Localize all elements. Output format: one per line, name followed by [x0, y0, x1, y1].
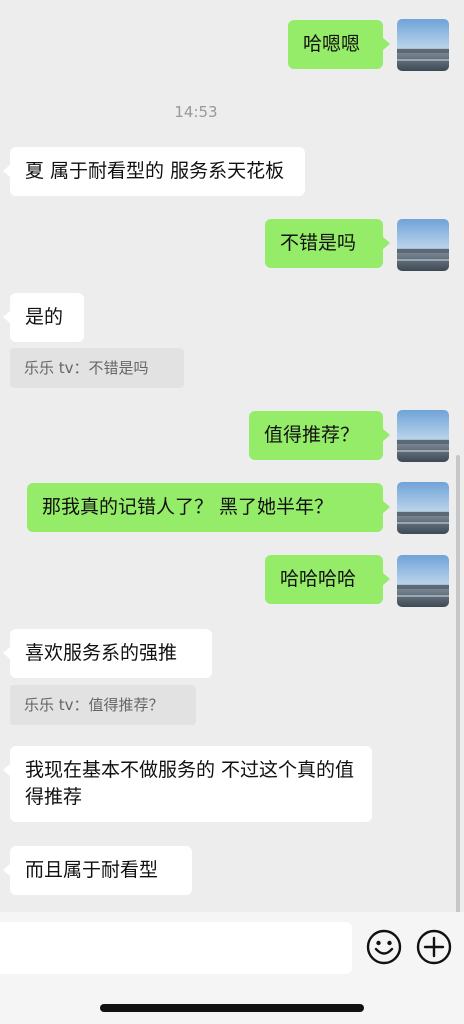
user-avatar[interactable] — [397, 410, 449, 462]
home-indicator — [100, 1004, 364, 1012]
user-avatar[interactable] — [397, 19, 449, 71]
incoming-message-bubble[interactable]: 是的 — [3, 293, 84, 342]
incoming-message-bubble[interactable]: 我现在基本不做服务的 不过这个真的值得推荐 — [3, 746, 372, 822]
message-input[interactable] — [0, 922, 352, 974]
quoted-message[interactable]: 乐乐 tv：值得推荐？ — [10, 685, 196, 725]
incoming-message-bubble[interactable]: 喜欢服务系的强推 — [3, 629, 212, 678]
incoming-message-bubble[interactable]: 而且属于耐看型 — [3, 846, 192, 895]
timestamp: 14:53 — [174, 103, 218, 121]
outgoing-message-bubble[interactable]: 哈嗯嗯 — [288, 20, 390, 69]
emoji-icon[interactable] — [365, 928, 403, 966]
user-avatar[interactable] — [397, 555, 449, 607]
incoming-message-bubble[interactable]: 夏 属于耐看型的 服务系天花板 — [3, 147, 305, 196]
user-avatar[interactable] — [397, 482, 449, 534]
scrollbar[interactable] — [456, 455, 460, 915]
plus-icon[interactable] — [415, 928, 453, 966]
user-avatar[interactable] — [397, 219, 449, 271]
quoted-message[interactable]: 乐乐 tv：不错是吗 — [10, 348, 184, 388]
outgoing-message-bubble[interactable]: 值得推荐？ — [249, 411, 390, 460]
outgoing-message-bubble[interactable]: 哈哈哈哈 — [265, 555, 390, 604]
outgoing-message-bubble[interactable]: 那我真的记错人了？ 黑了她半年？ — [27, 483, 390, 532]
outgoing-message-bubble[interactable]: 不错是吗 — [265, 219, 390, 268]
